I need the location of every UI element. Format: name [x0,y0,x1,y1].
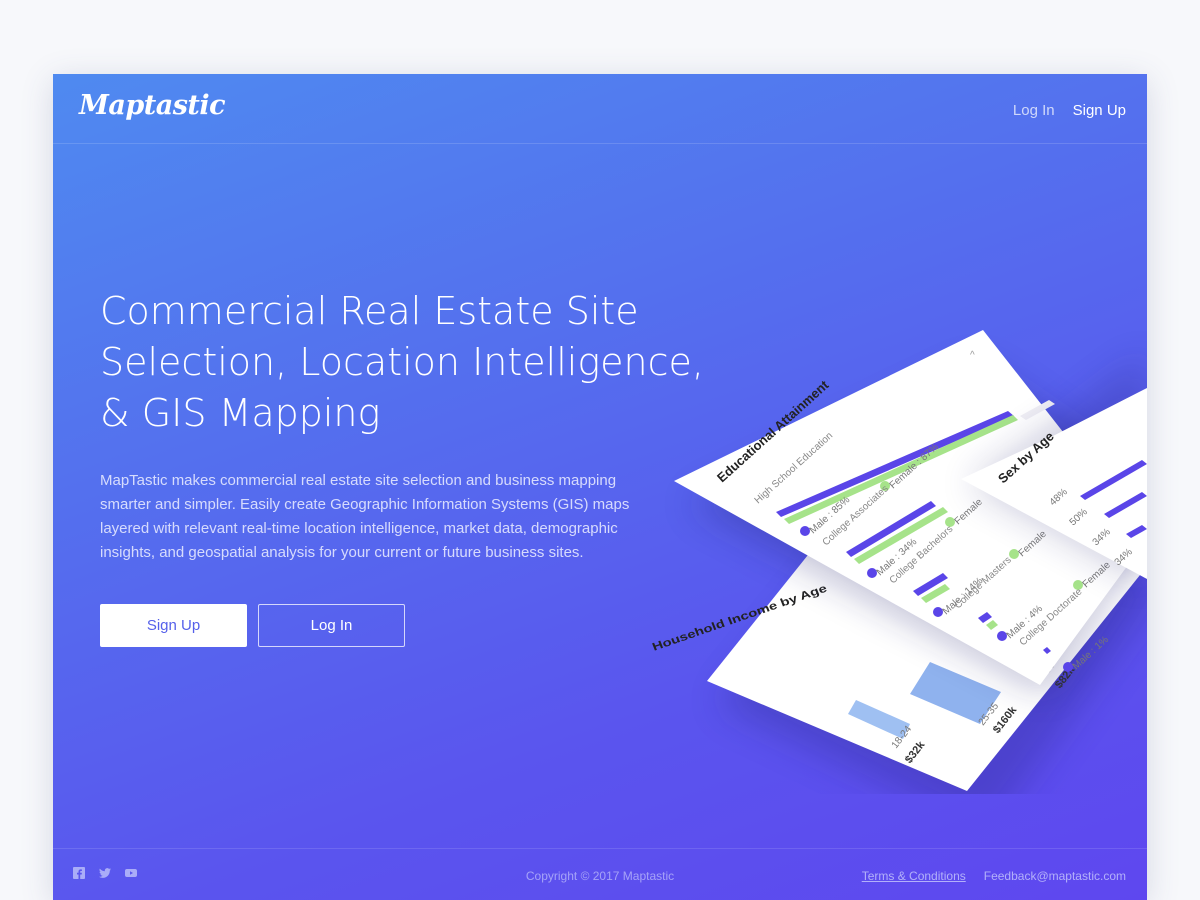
landing-page: Maptastic Log In Sign Up Commercial Real… [53,74,1147,900]
hero-title-line: & GIS Mapping [100,391,381,435]
footer: Copyright © 2017 Maptastic Terms & Condi… [53,848,1147,900]
hero-title-line: Commercial Real Estate Site [100,289,639,333]
hero-title: Commercial Real Estate Site Selection, L… [100,286,704,439]
hero-signup-button[interactable]: Sign Up [100,604,247,647]
feedback-email-link[interactable]: Feedback@maptastic.com [984,869,1126,883]
dashboard-illustration: Household Income by Age 18-24 $32k 25-35… [650,330,1147,794]
nav-signup-link[interactable]: Sign Up [1073,102,1126,119]
hero-login-button[interactable]: Log In [258,604,405,647]
footer-links: Terms & Conditions Feedback@maptastic.co… [862,869,1126,883]
brand-logo[interactable]: Maptastic [79,90,226,121]
top-nav: Log In Sign Up [1013,102,1126,119]
nav-login-link[interactable]: Log In [1013,102,1055,119]
hero-title-line: Selection, Location Intelligence, [100,340,704,384]
chevron-up-icon[interactable]: ^ [970,350,975,361]
top-bar: Maptastic Log In Sign Up [53,74,1147,144]
hero-description: MapTastic makes commercial real estate s… [100,472,630,561]
terms-link[interactable]: Terms & Conditions [862,869,966,883]
